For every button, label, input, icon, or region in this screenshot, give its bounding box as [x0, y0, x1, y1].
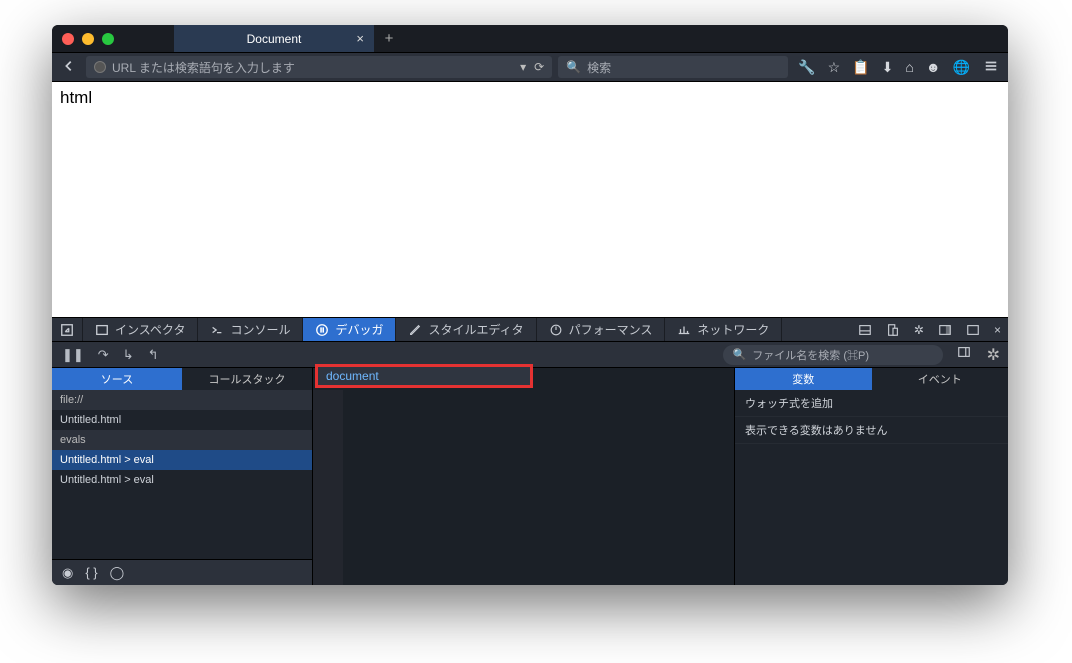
minimize-window-button[interactable] [82, 33, 94, 45]
file-item[interactable]: Untitled.html > eval [52, 450, 312, 470]
tab-events[interactable]: イベント [872, 368, 1009, 390]
wrench-icon[interactable]: 🔧 [798, 59, 815, 76]
editor-search-text: document [326, 369, 379, 383]
url-input[interactable]: URL または検索語句を入力します ▾ ⟳ [86, 56, 552, 78]
smiley-icon[interactable]: ☻ [926, 59, 941, 76]
editor-search-box[interactable]: document [315, 364, 533, 388]
variables-list: ウォッチ式を追加 表示できる変数はありません [735, 390, 1008, 444]
prettify-icon[interactable]: { } [85, 565, 97, 580]
tab-sources[interactable]: ソース [52, 368, 182, 390]
new-tab-button[interactable]: + [374, 30, 404, 47]
tab-callstack[interactable]: コールスタック [182, 368, 312, 390]
sources-pane: ソース コールスタック file:// Untitled.html evals … [52, 368, 312, 585]
debugger-body: ソース コールスタック file:// Untitled.html evals … [52, 368, 1008, 585]
zoom-window-button[interactable] [102, 33, 114, 45]
globe-icon [94, 61, 106, 73]
variables-pane: 変数 イベント ウォッチ式を追加 表示できる変数はありません [734, 368, 1008, 585]
search-icon: 🔍 [566, 60, 581, 74]
globe-toolbar-icon[interactable]: 🌐 [953, 59, 970, 76]
tab-performance[interactable]: パフォーマンス [537, 318, 666, 341]
split-console-button[interactable] [851, 318, 879, 341]
tab-inspector[interactable]: インスペクタ [83, 318, 198, 341]
eye-icon[interactable]: ◉ [62, 565, 73, 581]
tab-title: Document [247, 32, 302, 46]
back-button[interactable] [58, 59, 80, 76]
tab-perf-label: パフォーマンス [569, 321, 653, 338]
download-icon[interactable]: ⬇ [882, 59, 894, 76]
search-icon: 🔍 [733, 348, 747, 361]
browser-tab[interactable]: Document × [174, 25, 374, 52]
dropdown-icon[interactable]: ▾ [520, 60, 526, 74]
editor-gutter [313, 390, 343, 585]
close-window-button[interactable] [62, 33, 74, 45]
window-controls [52, 33, 114, 45]
file-list: file:// Untitled.html evals Untitled.htm… [52, 390, 312, 559]
sources-footer: ◉ { } ◯ [52, 559, 312, 585]
home-icon[interactable]: ⌂ [905, 59, 913, 76]
step-in-button[interactable]: ↳ [123, 347, 134, 363]
tab-network-label: ネットワーク [697, 321, 769, 338]
search-placeholder: 検索 [587, 59, 611, 76]
browser-window: Document × + URL または検索語句を入力します ▾ ⟳ 🔍 検索 … [52, 25, 1008, 585]
tab-style-editor[interactable]: スタイルエディタ [396, 318, 536, 341]
tab-console[interactable]: コンソール [198, 318, 303, 341]
tab-variables[interactable]: 変数 [735, 368, 872, 390]
add-watch-row[interactable]: ウォッチ式を追加 [735, 390, 1008, 417]
menu-button[interactable] [980, 59, 1002, 76]
dock-bottom-button[interactable] [959, 318, 987, 341]
debugger-settings-icon[interactable]: ✲ [979, 345, 1008, 365]
tab-debugger[interactable]: デバッガ [303, 318, 396, 341]
star-icon[interactable]: ☆ [828, 59, 841, 76]
tab-network[interactable]: ネットワーク [665, 318, 782, 341]
file-item[interactable]: Untitled.html [52, 410, 312, 430]
responsive-mode-button[interactable] [879, 318, 907, 341]
source-editor[interactable]: document [312, 368, 734, 585]
dock-popout-button[interactable] [52, 318, 83, 341]
file-item[interactable]: Untitled.html > eval [52, 470, 312, 490]
tab-debugger-label: デバッガ [335, 321, 383, 338]
close-tab-icon[interactable]: × [356, 31, 364, 46]
step-over-button[interactable]: ↷ [98, 347, 109, 363]
blackbox-icon[interactable]: ◯ [110, 565, 125, 581]
tab-console-label: コンソール [230, 321, 290, 338]
navbar: URL または検索語句を入力します ▾ ⟳ 🔍 検索 🔧 ☆ 📋 ⬇ ⌂ ☻ 🌐 [52, 52, 1008, 82]
page-text: html [60, 88, 92, 107]
clipboard-icon[interactable]: 📋 [852, 59, 869, 76]
right-tabs: 変数 イベント [735, 368, 1008, 390]
search-input[interactable]: 🔍 検索 [558, 56, 788, 78]
file-group[interactable]: file:// [52, 390, 312, 410]
no-vars-message: 表示できる変数はありません [735, 417, 1008, 444]
file-search-placeholder: ファイル名を検索 (⌘P) [752, 347, 869, 363]
tab-style-label: スタイルエディタ [428, 321, 523, 338]
file-group[interactable]: evals [52, 430, 312, 450]
toolbar-icons: 🔧 ☆ 📋 ⬇ ⌂ ☻ 🌐 [794, 59, 974, 76]
page-content: html [52, 82, 1008, 317]
close-devtools-button[interactable]: × [987, 318, 1008, 341]
devtools-tabs: インスペクタ コンソール デバッガ スタイルエディタ パフォーマンス ネットワー… [52, 317, 1008, 342]
toggle-panes-button[interactable] [949, 345, 979, 364]
tab-inspector-label: インスペクタ [115, 321, 185, 338]
reload-icon[interactable]: ⟳ [534, 60, 544, 74]
titlebar: Document × + [52, 25, 1008, 52]
pause-button[interactable]: ❚❚ [62, 347, 84, 363]
file-search-input[interactable]: 🔍 ファイル名を検索 (⌘P) [723, 345, 943, 365]
dock-side-button[interactable] [931, 318, 959, 341]
settings-gear-icon[interactable]: ✲ [907, 318, 931, 341]
url-placeholder: URL または検索語句を入力します [112, 59, 295, 76]
step-out-button[interactable]: ↰ [148, 347, 159, 363]
left-tabs: ソース コールスタック [52, 368, 312, 390]
